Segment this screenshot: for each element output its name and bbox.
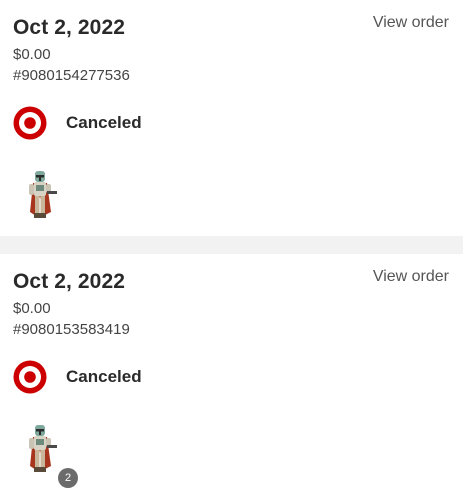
order-card: Oct 2, 2022 View order $0.00 #9080154277…: [0, 0, 463, 236]
order-date: Oct 2, 2022: [13, 16, 126, 39]
target-bullseye-icon: [13, 106, 47, 140]
order-number: #9080153583419: [13, 321, 130, 338]
order-history-screen: Oct 2, 2022 View order $0.00 #9080154277…: [0, 0, 463, 500]
order-status: Canceled: [66, 113, 142, 132]
quantity-badge: 2: [58, 468, 78, 488]
view-order-link[interactable]: View order: [373, 14, 449, 32]
target-bullseye-icon: [13, 360, 47, 394]
view-order-link[interactable]: View order: [373, 268, 449, 286]
order-number: #9080154277536: [13, 67, 130, 84]
order-total: $0.00: [13, 300, 51, 317]
order-card: Oct 2, 2022 View order $0.00 #9080153583…: [0, 254, 463, 500]
action-figure-thumbnail[interactable]: [22, 420, 58, 476]
order-date: Oct 2, 2022: [13, 270, 126, 293]
section-divider: [0, 236, 463, 254]
order-status: Canceled: [66, 367, 142, 386]
action-figure-thumbnail[interactable]: [22, 166, 58, 222]
order-total: $0.00: [13, 46, 51, 63]
